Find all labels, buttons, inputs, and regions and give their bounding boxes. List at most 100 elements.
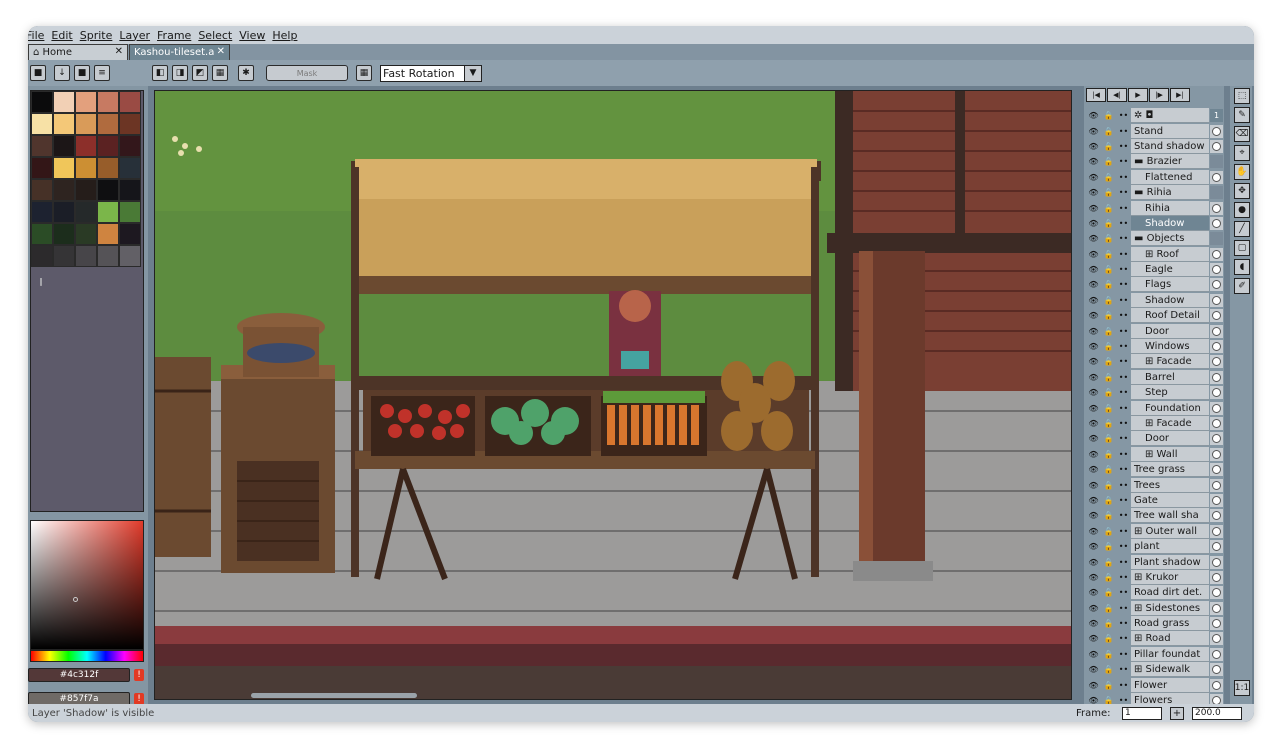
layer-name[interactable]: Step — [1131, 385, 1209, 401]
continuous-icon[interactable]: •• — [1116, 385, 1131, 400]
continuous-icon[interactable]: •• — [1116, 231, 1131, 246]
layer-cel[interactable] — [1210, 617, 1223, 631]
layer-row[interactable]: 👁 🔒 •• ⊞ Facade — [1086, 354, 1224, 370]
layer-cel[interactable] — [1210, 139, 1223, 153]
eye-icon[interactable]: 👁 — [1086, 308, 1101, 323]
palette-swatch[interactable] — [75, 91, 97, 113]
selection-add-icon[interactable]: ◨ — [172, 65, 188, 81]
layer-cel[interactable] — [1210, 278, 1223, 292]
palette-swatch[interactable] — [97, 179, 119, 201]
layer-name[interactable]: ⊞ Facade — [1131, 416, 1209, 431]
layer-name[interactable]: ▬ Brazier — [1131, 154, 1209, 170]
grid-icon[interactable]: ▦ — [356, 65, 372, 81]
layer-cel[interactable] — [1210, 509, 1223, 523]
lock-icon[interactable]: 🔒 — [1101, 478, 1116, 493]
eye-icon[interactable]: 👁 — [1086, 354, 1101, 369]
lock-icon[interactable]: 🔒 — [1101, 262, 1116, 277]
layer-cel[interactable] — [1210, 263, 1223, 277]
lock-icon[interactable]: 🔒 — [1101, 185, 1116, 200]
layer-name[interactable]: Rihia — [1131, 200, 1209, 216]
layer-row[interactable]: 👁 🔒 •• Windows — [1086, 339, 1224, 355]
layer-row[interactable]: 👁 🔒 •• ▬ Brazier — [1086, 154, 1224, 170]
continuous-icon[interactable]: •• — [1116, 293, 1131, 308]
line-icon[interactable]: ╱ — [1234, 221, 1250, 237]
eye-icon[interactable]: 👁 — [1086, 385, 1101, 400]
layer-row[interactable]: 👁 🔒 •• Flower — [1086, 677, 1224, 693]
palette-swatch[interactable] — [119, 179, 141, 201]
continuous-icon[interactable]: •• — [1116, 539, 1131, 554]
continuous-icon[interactable]: •• — [1116, 354, 1131, 369]
layer-name[interactable]: Door — [1131, 323, 1209, 339]
palette-swatch[interactable] — [119, 135, 141, 157]
close-icon[interactable]: ✕ — [115, 46, 123, 57]
eye-icon[interactable]: 👁 — [1086, 447, 1101, 462]
layer-cel[interactable] — [1210, 216, 1223, 230]
lock-icon[interactable]: 🔒 — [1101, 247, 1116, 262]
rectangle-icon[interactable]: ▢ — [1234, 240, 1250, 256]
continuous-icon[interactable]: •• — [1116, 693, 1131, 704]
palette-swatch[interactable] — [119, 201, 141, 223]
palette-swatch[interactable] — [75, 223, 97, 245]
layer-row[interactable]: 👁 🔒 •• Stand — [1086, 123, 1224, 139]
palette-swatch[interactable] — [97, 223, 119, 245]
layer-name[interactable]: Stand shadow — [1131, 138, 1209, 154]
palette-swatch[interactable] — [31, 201, 53, 223]
lock-icon[interactable]: 🔒 — [1101, 124, 1116, 139]
menu-icon[interactable]: ≡ — [94, 65, 110, 81]
continuous-icon[interactable]: •• — [1116, 601, 1131, 616]
selection-intersect-icon[interactable]: ▦ — [212, 65, 228, 81]
layer-row[interactable]: 👁 🔒 •• Plant shadow — [1086, 554, 1224, 570]
palette-swatch[interactable] — [119, 245, 141, 267]
continuous-icon[interactable]: •• — [1116, 201, 1131, 216]
previous-frame-icon[interactable]: ◀| — [1107, 88, 1127, 102]
layer-cel[interactable] — [1210, 324, 1223, 338]
layer-name[interactable]: Flowers — [1131, 693, 1209, 704]
lock-icon[interactable]: 🔒 — [1101, 370, 1116, 385]
chevron-down-icon[interactable]: ▼ — [464, 65, 482, 82]
continuous-icon[interactable]: •• — [1116, 185, 1131, 200]
eye-icon[interactable]: 👁 — [1086, 631, 1101, 646]
eraser-icon[interactable]: ⌫ — [1234, 126, 1250, 142]
layer-cel[interactable] — [1210, 247, 1223, 261]
lock-icon[interactable]: 🔒 — [1101, 601, 1116, 616]
layer-row[interactable]: 👁 🔒 •• ⊞ Wall — [1086, 446, 1224, 462]
eye-icon[interactable]: 👁 — [1086, 401, 1101, 416]
layer-cel[interactable] — [1210, 155, 1223, 169]
layer-name[interactable]: ⊞ Road — [1131, 631, 1209, 647]
selection-subtract-icon[interactable]: ◩ — [192, 65, 208, 81]
selection-replace-icon[interactable]: ◧ — [152, 65, 168, 81]
layer-name[interactable]: Windows — [1131, 339, 1209, 355]
lock-icon[interactable]: 🔒 — [1101, 324, 1116, 339]
palette-swatch[interactable] — [75, 157, 97, 179]
layer-name[interactable]: Gate — [1131, 492, 1209, 508]
tab-home[interactable]: ⌂ Home ✕ — [28, 44, 128, 60]
palette-swatch[interactable] — [53, 91, 75, 113]
layer-cel[interactable] — [1210, 417, 1223, 430]
layer-row[interactable]: 👁 🔒 •• Step — [1086, 385, 1224, 401]
continuous-icon[interactable]: •• — [1116, 416, 1131, 431]
lock-icon[interactable]: 🔒 — [1101, 154, 1116, 169]
pencil-icon[interactable]: ✎ — [1234, 107, 1250, 123]
menu-frame[interactable]: Frame — [157, 29, 191, 42]
last-frame-icon[interactable]: ▶| — [1170, 88, 1190, 102]
continuous-icon[interactable]: •• — [1116, 247, 1131, 262]
eye-icon[interactable]: 👁 — [1086, 185, 1101, 200]
continuous-icon[interactable]: •• — [1116, 170, 1131, 185]
layer-name[interactable]: ⊞ Wall — [1131, 446, 1209, 462]
eye-icon[interactable]: 👁 — [1086, 431, 1101, 446]
layer-name[interactable]: Stand — [1131, 123, 1209, 139]
continuous-icon[interactable]: •• — [1116, 339, 1131, 354]
layer-cel[interactable] — [1210, 694, 1223, 704]
layer-name[interactable]: Door — [1131, 431, 1209, 447]
layer-row[interactable]: 👁 🔒 •• ⊞ Facade — [1086, 416, 1224, 431]
layer-row[interactable]: 👁 🔒 •• Flowers — [1086, 693, 1224, 704]
hue-slider[interactable] — [30, 650, 144, 662]
lock-icon[interactable]: 🔒 — [1101, 647, 1116, 662]
palette-swatch[interactable] — [119, 157, 141, 179]
continuous-icon[interactable]: •• — [1116, 124, 1131, 139]
foreground-color[interactable]: #4c312f — [28, 668, 130, 682]
layer-row[interactable]: 👁 🔒 •• ⊞ Outer wall — [1086, 523, 1224, 539]
contour-icon[interactable]: ◖ — [1234, 259, 1250, 275]
lock-icon[interactable]: 🔒 — [1101, 693, 1116, 704]
layer-name[interactable]: Roof Detail — [1131, 308, 1209, 324]
